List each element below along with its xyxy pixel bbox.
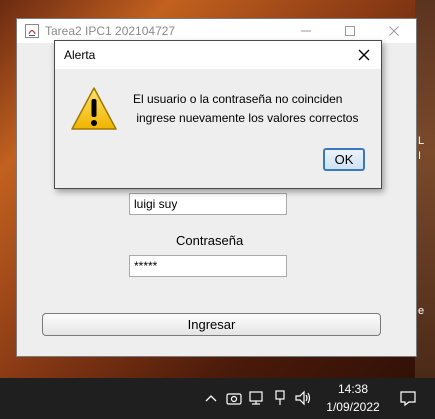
password-field[interactable]: ***** (129, 255, 287, 277)
window-title: Tarea2 IPC1 202104727 (45, 24, 176, 38)
desktop-text-fragment: I (418, 150, 422, 162)
usb-icon[interactable] (271, 388, 289, 408)
desktop-background (415, 0, 435, 378)
network-icon[interactable] (248, 388, 266, 408)
camera-icon[interactable] (225, 388, 243, 408)
desktop-text-fragment: L (418, 135, 425, 147)
clock-time[interactable]: 14:38 (330, 382, 376, 396)
dialog-title: Alerta (64, 48, 96, 62)
dialog-message-line1: El usuario o la contraseña no coinciden (133, 92, 343, 106)
minimize-icon (301, 30, 311, 32)
dialog-close-icon[interactable] (357, 48, 371, 62)
ok-button[interactable]: OK (323, 148, 365, 171)
ingresar-button[interactable]: Ingresar (42, 313, 381, 336)
notification-icon[interactable] (399, 388, 417, 408)
username-field[interactable]: luigi suy (129, 193, 287, 215)
desktop-text-fragment: e (418, 305, 425, 317)
taskbar: 14:38 1/09/2022 (0, 378, 435, 419)
dialog-titlebar[interactable]: Alerta (55, 41, 381, 69)
volume-icon[interactable] (294, 388, 312, 408)
warning-icon (71, 87, 117, 130)
close-icon (389, 26, 399, 36)
password-label: Contraseña (176, 233, 244, 248)
alert-dialog: Alerta El usuario o la contraseña no coi… (54, 40, 382, 189)
chevron-up-icon[interactable] (202, 388, 220, 408)
dialog-message-line2: ingrese nuevamente los valores correctos (133, 111, 359, 125)
clock-date[interactable]: 1/09/2022 (320, 400, 386, 414)
java-app-icon (25, 24, 39, 38)
maximize-icon (345, 26, 355, 36)
